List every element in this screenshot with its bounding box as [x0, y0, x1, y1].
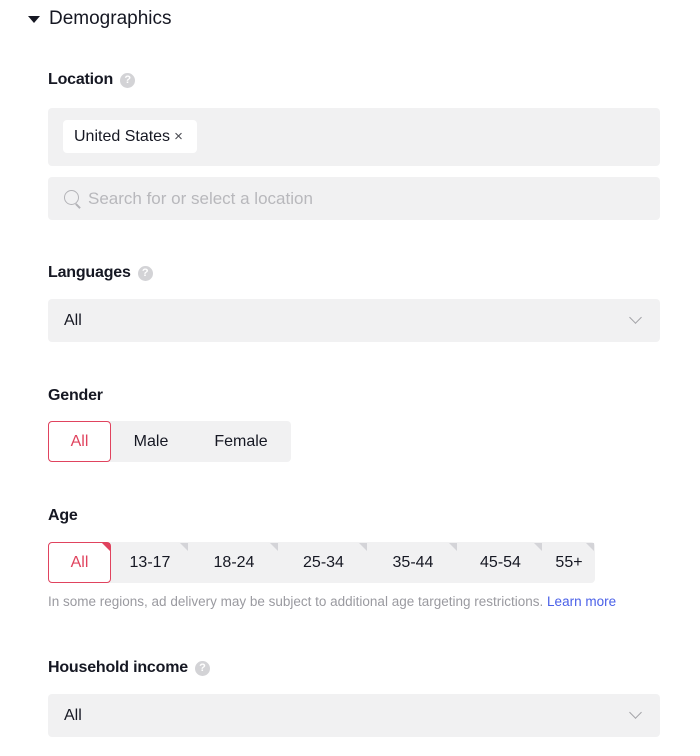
- gender-label-text: Gender: [48, 387, 103, 404]
- household-income-select[interactable]: All: [48, 694, 660, 737]
- demographics-section-toggle[interactable]: Demographics: [28, 6, 172, 32]
- corner-mark-icon: [359, 543, 367, 551]
- learn-more-link[interactable]: Learn more: [547, 594, 616, 609]
- location-tag: United States ×: [63, 120, 197, 153]
- age-hint-text: In some regions, ad delivery may be subj…: [48, 594, 544, 609]
- location-label: Location ?: [48, 71, 136, 89]
- age-option-label: 55+: [555, 553, 583, 571]
- location-search[interactable]: [48, 177, 660, 220]
- languages-value: All: [64, 311, 82, 329]
- corner-mark-icon: [586, 543, 594, 551]
- age-restriction-hint: In some regions, ad delivery may be subj…: [48, 594, 616, 609]
- languages-label: Languages ?: [48, 264, 153, 282]
- age-option-label: 45-54: [480, 553, 521, 571]
- gender-option-all[interactable]: All: [48, 421, 111, 462]
- help-icon[interactable]: ?: [137, 265, 153, 281]
- age-label: Age: [48, 507, 78, 525]
- age-option-label: All: [70, 553, 89, 571]
- corner-mark-icon: [270, 543, 278, 551]
- chevron-down-icon: [629, 706, 642, 719]
- age-label-text: Age: [48, 507, 78, 524]
- age-option-18-24[interactable]: 18-24: [189, 542, 279, 583]
- age-option-label: 18-24: [213, 553, 255, 571]
- gender-segmented-control: All Male Female: [48, 421, 291, 462]
- languages-label-text: Languages: [48, 264, 131, 281]
- age-option-label: 25-34: [303, 553, 344, 571]
- help-icon[interactable]: ?: [120, 72, 136, 88]
- close-icon[interactable]: ×: [174, 128, 183, 145]
- gender-label: Gender: [48, 387, 103, 405]
- section-title: Demographics: [49, 8, 172, 29]
- age-option-45-54[interactable]: 45-54: [458, 542, 543, 583]
- age-option-13-17[interactable]: 13-17: [111, 542, 189, 583]
- household-income-label: Household income ?: [48, 659, 210, 677]
- location-search-input[interactable]: [88, 188, 628, 209]
- location-tag-label: United States: [74, 127, 171, 145]
- age-option-55-plus[interactable]: 55+: [543, 542, 595, 583]
- age-option-35-44[interactable]: 35-44: [368, 542, 458, 583]
- corner-mark-icon: [534, 543, 542, 551]
- age-option-all[interactable]: All: [48, 542, 111, 583]
- location-label-text: Location: [48, 71, 114, 88]
- household-income-value: All: [64, 706, 82, 724]
- caret-down-icon: [28, 15, 40, 23]
- household-income-label-text: Household income: [48, 659, 188, 676]
- age-option-label: 13-17: [129, 553, 171, 571]
- age-segmented-control: All 13-17 18-24 25-34 35-44 45-54 55+: [48, 542, 595, 583]
- chevron-down-icon: [629, 311, 642, 324]
- selected-locations: United States ×: [48, 108, 660, 166]
- languages-select[interactable]: All: [48, 299, 660, 342]
- gender-option-male[interactable]: Male: [111, 421, 191, 462]
- corner-mark-icon: [102, 543, 110, 551]
- search-icon: [63, 189, 83, 209]
- age-option-label: 35-44: [392, 553, 434, 571]
- corner-mark-icon: [180, 543, 188, 551]
- age-option-25-34[interactable]: 25-34: [279, 542, 368, 583]
- corner-mark-icon: [449, 543, 457, 551]
- gender-option-female[interactable]: Female: [191, 421, 291, 462]
- help-icon[interactable]: ?: [194, 660, 210, 676]
